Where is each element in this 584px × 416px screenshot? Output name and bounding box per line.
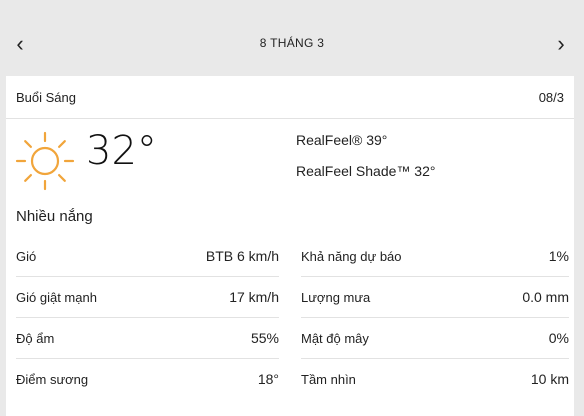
realfeel: RealFeel® 39° [296,132,388,148]
detail-label: Điểm sương [16,372,89,387]
details-left-column: Gió BTB 6 km/h Gió giật mạnh 17 km/h Độ … [16,236,279,400]
detail-label: Mật độ mây [301,331,369,346]
detail-label: Tầm nhìn [301,372,356,387]
chevron-right-icon[interactable]: › [550,33,572,55]
realfeel-shade: RealFeel Shade™ 32° [296,163,436,179]
detail-value: 17 km/h [229,289,279,305]
detail-value: 55% [250,330,279,346]
temperature: 32° [86,128,157,174]
detail-label: Lượng mưa [301,290,371,305]
detail-row-precipitation: Lượng mưa 0.0 mm [301,277,569,318]
details-grid: Gió BTB 6 km/h Gió giật mạnh 17 km/h Độ … [16,236,569,401]
period-label: Buổi Sáng [16,90,76,105]
detail-row-cloud-cover: Mật độ mây 0% [301,318,569,359]
detail-label: Gió [16,249,37,264]
card-header: Buổi Sáng 08/3 [6,76,574,119]
sun-icon [15,131,75,191]
detail-label: Gió giật mạnh [16,290,97,305]
detail-value: 1% [548,248,569,264]
weather-phrase: Nhiều nắng [16,208,93,225]
detail-value: 0.0 mm [522,289,569,305]
detail-row-humidity: Độ ẩm 55% [16,318,279,359]
forecast-card: Buổi Sáng 08/3 32° RealFeel® 39° RealFee… [6,76,574,416]
detail-value: 18° [257,371,279,387]
detail-row-precip-probability: Khả năng dự báo 1% [301,236,569,277]
detail-row-wind: Gió BTB 6 km/h [16,236,279,277]
detail-label: Khả năng dự báo [301,249,402,264]
date-navigation: ‹ 8 THÁNG 3 › [0,0,584,78]
detail-label: Độ ẩm [16,331,55,346]
date-title: 8 THÁNG 3 [259,36,325,50]
detail-value: 0% [548,330,569,346]
detail-row-wind-gust: Gió giật mạnh 17 km/h [16,277,279,318]
detail-value: BTB 6 km/h [205,248,279,264]
detail-value: 10 km [530,371,569,387]
detail-row-dew-point: Điểm sương 18° [16,359,279,400]
detail-row-visibility: Tầm nhìn 10 km [301,359,569,400]
details-right-column: Khả năng dự báo 1% Lượng mưa 0.0 mm Mật … [301,236,569,400]
period-date: 08/3 [538,90,564,105]
